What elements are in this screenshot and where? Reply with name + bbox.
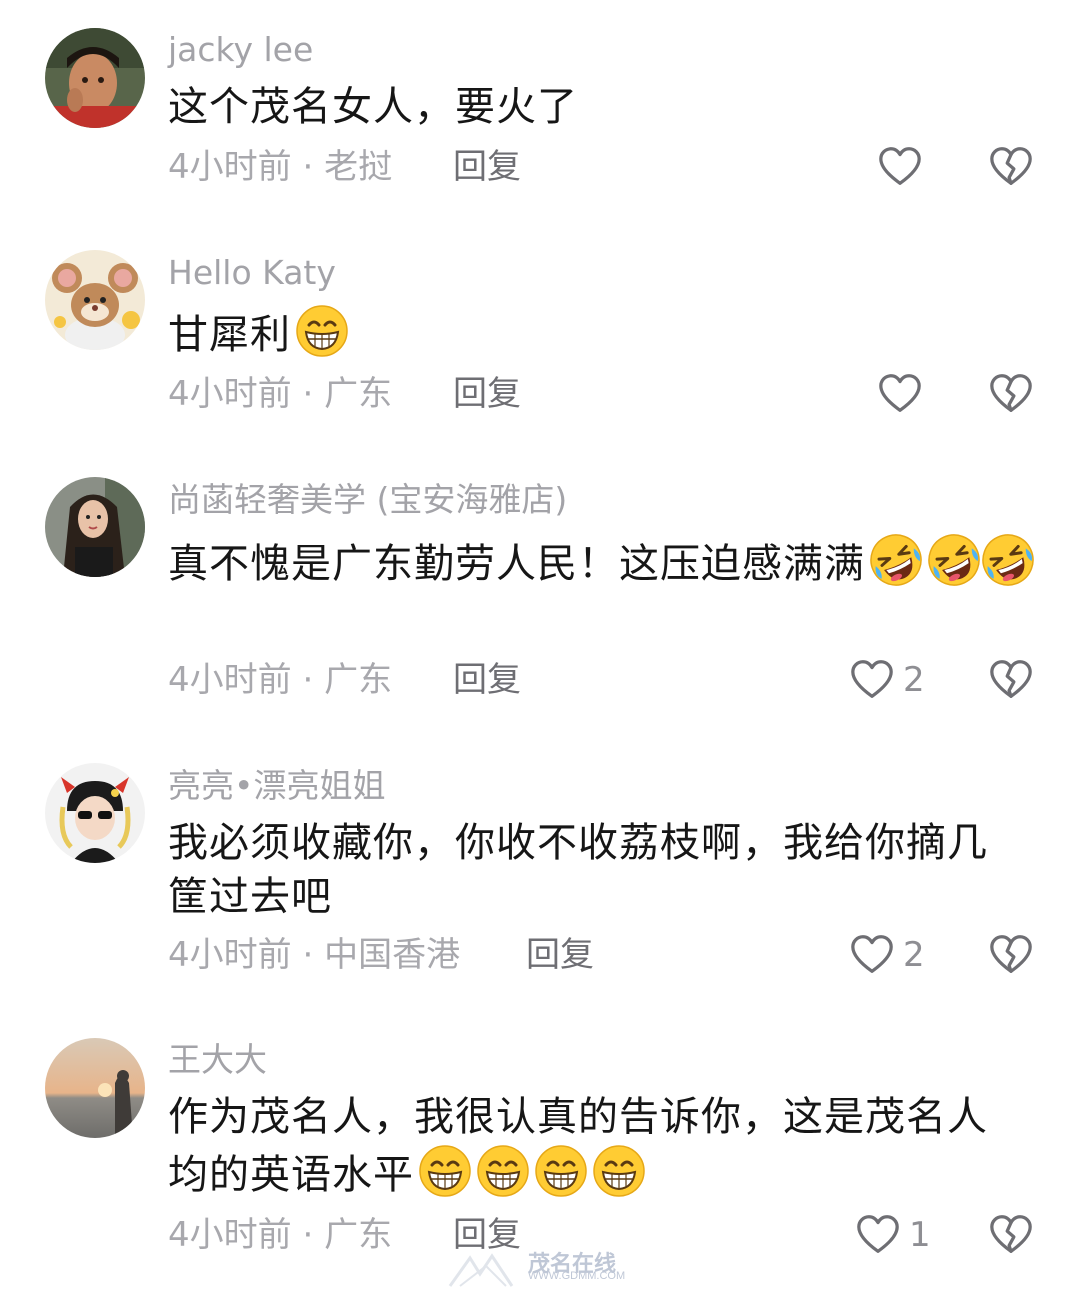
reply-button[interactable]: 回复 — [453, 660, 521, 700]
comment-time: 4小时前 — [168, 935, 292, 975]
heart-icon — [849, 932, 895, 978]
comment-location: 广东 — [324, 374, 393, 414]
dislike-button[interactable] — [988, 932, 1034, 978]
comment-time: 4小时前 — [168, 660, 292, 700]
heart-icon — [877, 371, 923, 417]
comment-location: 广东 — [324, 1215, 393, 1255]
comment-text-line: 我必须收藏你，你收不收荔枝啊，我给你摘几 — [168, 820, 988, 866]
comment-text-body: 均的英语水平 — [168, 1152, 414, 1198]
comment-text: 作为茂名人，我很认真的告诉你，这是茂名人 均的英语水平 — [168, 1090, 1018, 1202]
avatar[interactable] — [45, 1038, 145, 1138]
heart-icon — [877, 144, 923, 190]
broken-heart-icon — [988, 1212, 1034, 1258]
like-button[interactable] — [877, 144, 923, 190]
like-button[interactable]: 2 — [849, 657, 925, 703]
comment-text: 甘犀利 — [168, 304, 1018, 362]
broken-heart-icon — [988, 371, 1034, 417]
rolling-laughing-emoji-icon — [981, 533, 1035, 587]
comment-meta: 4小时前 · 广东 — [168, 374, 392, 414]
broken-heart-icon — [988, 144, 1034, 190]
like-button[interactable] — [877, 371, 923, 417]
broken-heart-icon — [988, 657, 1034, 703]
comment-text-line: 筐过去吧 — [168, 874, 332, 920]
comment-text-line: 作为茂名人，我很认真的告诉你，这是茂名人 — [168, 1094, 988, 1140]
grinning-teeth-emoji-icon — [418, 1144, 472, 1198]
comment-time: 4小时前 — [168, 374, 292, 414]
avatar[interactable] — [45, 763, 145, 863]
dislike-button[interactable] — [988, 144, 1034, 190]
meta-separator: · — [302, 374, 314, 414]
dislike-button[interactable] — [988, 371, 1034, 417]
grinning-teeth-emoji-icon — [592, 1144, 646, 1198]
comment-meta: 4小时前 · 中国香港 — [168, 935, 460, 975]
meta-separator: · — [302, 1215, 314, 1255]
grinning-teeth-emoji-icon — [476, 1144, 530, 1198]
comment-meta: 4小时前 · 老挝 — [168, 147, 392, 187]
comment-text-line-with-emoji: 均的英语水平 — [168, 1144, 1018, 1202]
comment-text: 这个茂名女人，要火了 — [168, 84, 578, 130]
grinning-teeth-emoji-icon — [295, 304, 349, 358]
comment-location: 中国香港 — [324, 935, 461, 975]
comment-meta: 4小时前 · 广东 — [168, 1215, 392, 1255]
comment-time: 4小时前 — [168, 147, 292, 187]
avatar[interactable] — [45, 250, 145, 350]
like-count: 1 — [909, 1215, 931, 1255]
reply-button[interactable]: 回复 — [453, 147, 521, 187]
comment-text: 我必须收藏你，你收不收荔枝啊，我给你摘几 筐过去吧 — [168, 816, 1018, 924]
meta-separator: · — [302, 935, 314, 975]
grinning-teeth-emoji-icon — [534, 1144, 588, 1198]
comment-location: 老挝 — [324, 147, 393, 187]
comment-location: 广东 — [324, 660, 393, 700]
username[interactable]: 尚菡轻奢美学 (宝安海雅店) — [168, 480, 567, 520]
heart-icon — [855, 1212, 901, 1258]
heart-icon — [849, 657, 895, 703]
username[interactable]: Hello Katy — [168, 253, 336, 293]
like-count: 2 — [903, 935, 925, 975]
comment-text-body: 甘犀利 — [168, 312, 291, 358]
reply-button[interactable]: 回复 — [453, 374, 521, 414]
username[interactable]: jacky lee — [168, 30, 313, 70]
meta-separator: · — [302, 147, 314, 187]
reply-button[interactable]: 回复 — [453, 1215, 521, 1255]
like-button[interactable]: 1 — [855, 1212, 931, 1258]
dislike-button[interactable] — [988, 657, 1034, 703]
dislike-button[interactable] — [988, 1212, 1034, 1258]
comment-text: 真不愧是广东勤劳人民！这压迫感满满 — [168, 533, 1048, 591]
username[interactable]: 王大大 — [168, 1040, 267, 1080]
avatar[interactable] — [45, 28, 145, 128]
watermark-url: WWW.GDMM.COM — [528, 1270, 626, 1282]
broken-heart-icon — [988, 932, 1034, 978]
like-button[interactable]: 2 — [849, 932, 925, 978]
like-count: 2 — [903, 660, 925, 700]
comment-meta: 4小时前 · 广东 — [168, 660, 392, 700]
rolling-laughing-emoji-icon — [927, 533, 981, 587]
avatar[interactable] — [45, 477, 145, 577]
username[interactable]: 亮亮•漂亮姐姐 — [168, 766, 385, 806]
comment-time: 4小时前 — [168, 1215, 292, 1255]
rolling-laughing-emoji-icon — [869, 533, 923, 587]
comment-text-body: 真不愧是广东勤劳人民！这压迫感满满 — [168, 541, 865, 587]
reply-button[interactable]: 回复 — [526, 935, 594, 975]
meta-separator: · — [302, 660, 314, 700]
